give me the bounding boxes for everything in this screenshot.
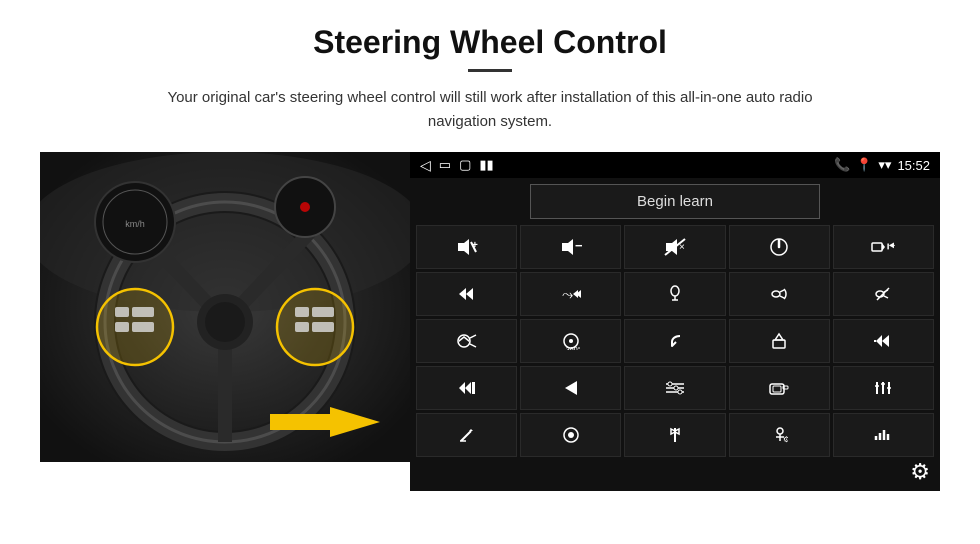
back-arrow-icon[interactable]: ◁ [420, 157, 431, 174]
edit-icon[interactable] [416, 413, 517, 457]
phone-icon[interactable] [729, 272, 830, 316]
svg-text:+: + [472, 240, 478, 251]
android-body: Begin learn + − × ⏮ ⤳ 360° ⚙ [410, 178, 940, 461]
home-icon[interactable]: ▭ [439, 157, 451, 173]
location-icon: 📍 [856, 157, 872, 173]
music-icon[interactable]: ⚙ [729, 413, 830, 457]
home-icon[interactable] [729, 319, 830, 363]
microphone-icon[interactable] [624, 272, 725, 316]
page-subtitle: Your original car's steering wheel contr… [140, 86, 840, 134]
signal-icon: ▮▮ [479, 157, 493, 173]
settings-gear-icon[interactable]: ⚙ [910, 459, 930, 485]
back-nav-icon[interactable] [624, 319, 725, 363]
svg-text:×: × [679, 242, 685, 253]
skip-next-icon[interactable] [416, 272, 517, 316]
power-icon[interactable] [729, 225, 830, 269]
vol-up-icon[interactable]: + [416, 225, 517, 269]
recents-icon[interactable]: ▢ [459, 157, 471, 173]
equalizer-icon[interactable] [833, 366, 934, 410]
phone-icon: 📞 [834, 157, 850, 173]
status-bar: ◁ ▭ ▢ ▮▮ 📞 📍 ▾▾ 15:52 [410, 152, 940, 178]
begin-learn-button[interactable]: Begin learn [530, 184, 820, 219]
bluetooth-icon[interactable] [624, 413, 725, 457]
status-left: ◁ ▭ ▢ ▮▮ [420, 157, 494, 174]
phone-prev-icon[interactable]: ⏮ [833, 225, 934, 269]
mute-icon[interactable]: × [624, 225, 725, 269]
steering-wheel-image: km/h [40, 152, 410, 462]
cam360-icon[interactable]: 360° [520, 319, 621, 363]
page: Steering Wheel Control Your original car… [0, 0, 980, 544]
icon-grid: + − × ⏮ ⤳ 360° ⚙ [416, 225, 934, 457]
svg-text:360°: 360° [566, 346, 581, 350]
svg-text:⚙: ⚙ [783, 435, 788, 444]
page-title: Steering Wheel Control [313, 24, 667, 61]
fastfwd-icon[interactable] [416, 366, 517, 410]
bottom-bar: ⚙ [410, 461, 940, 491]
wifi-icon: ▾▾ [878, 157, 891, 173]
waveform-icon[interactable] [833, 413, 934, 457]
svg-text:−: − [575, 238, 582, 253]
vol-down-icon[interactable]: − [520, 225, 621, 269]
content-row: km/h ◁ ▭ ▢ ▮▮ 📞 📍 ▾▾ 15:52 [40, 152, 940, 491]
begin-learn-row: Begin learn [416, 184, 934, 219]
svg-text:⤳: ⤳ [562, 286, 573, 302]
navigate-icon[interactable] [520, 366, 621, 410]
eq-icon[interactable] [624, 366, 725, 410]
title-divider [468, 69, 512, 72]
steering-wheel-svg: km/h [40, 152, 410, 462]
end-call-icon[interactable] [833, 272, 934, 316]
svg-text:km/h: km/h [125, 219, 145, 229]
shuffle-icon[interactable]: ⤳ [520, 272, 621, 316]
horn-icon[interactable] [416, 319, 517, 363]
android-panel: ◁ ▭ ▢ ▮▮ 📞 📍 ▾▾ 15:52 Begin learn [410, 152, 940, 491]
status-right: 📞 📍 ▾▾ 15:52 [834, 157, 930, 173]
record-icon[interactable] [520, 413, 621, 457]
svg-text:⏮: ⏮ [887, 238, 895, 254]
time-display: 15:52 [897, 158, 930, 173]
camera-icon[interactable] [729, 366, 830, 410]
skip-back-icon[interactable] [833, 319, 934, 363]
